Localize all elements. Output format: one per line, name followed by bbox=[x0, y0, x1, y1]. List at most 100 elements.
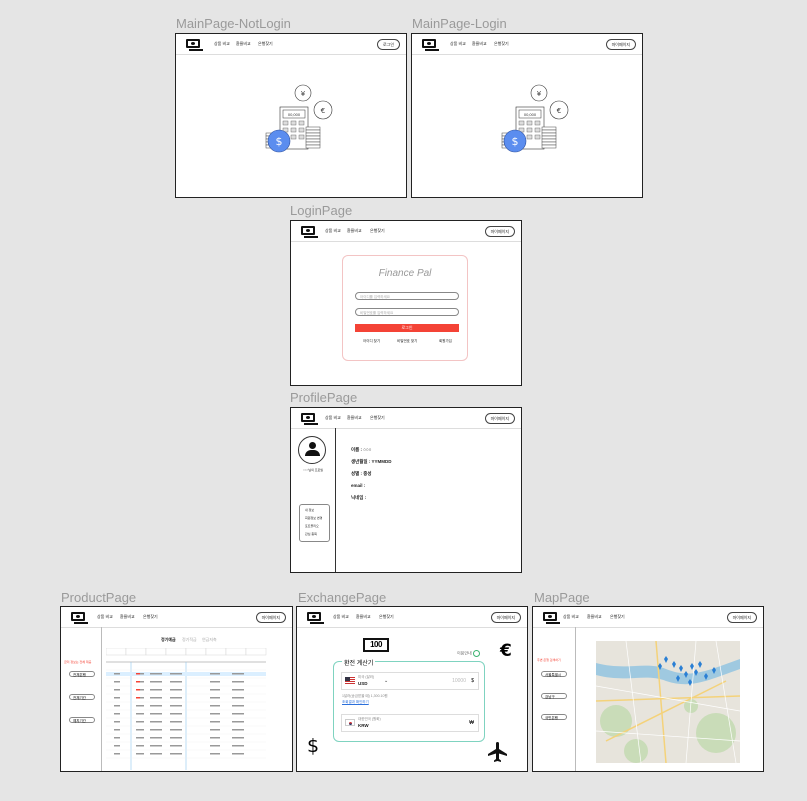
menu-favorites[interactable]: 관심 종목 bbox=[305, 532, 317, 536]
nav-bank[interactable]: 은행찾기 bbox=[143, 614, 158, 620]
won-sign: ₩ bbox=[469, 720, 474, 726]
exchange-frame: 상품 비교 환율비교 은행찾기 마이페이지 100 € 이용안내 환전 계산기 … bbox=[296, 606, 528, 772]
calculator-title: 환전 계산기 bbox=[342, 658, 376, 667]
mypage-button[interactable]: 마이페이지 bbox=[490, 612, 521, 623]
profile-menu: 내 정보 회원정보 변경 포트폴리오 관심 종목 bbox=[299, 504, 330, 542]
svg-text:€: € bbox=[557, 107, 561, 115]
product-frame: 상품 비교 환율비교 은행찾기 마이페이지 금리 정보는 전체 제공 전체은행 … bbox=[60, 606, 293, 772]
brand-title: Finance Pal bbox=[378, 268, 432, 279]
avatar-icon bbox=[298, 436, 326, 464]
money-logo-icon[interactable] bbox=[543, 612, 560, 624]
nav-exchange[interactable]: 환율비교 bbox=[347, 415, 362, 421]
money-logo-icon[interactable] bbox=[301, 226, 318, 238]
to-currency-code: KRW bbox=[358, 723, 369, 728]
tab-pension[interactable]: 연금저축 bbox=[202, 637, 217, 643]
map-sidebar: 주변 은행 검색하기 서울특별시 강남구 국민은행 bbox=[533, 627, 576, 771]
notice-text: 금리 정보는 전체 제공 bbox=[64, 660, 92, 664]
guide-link[interactable]: 이용안내 bbox=[457, 650, 480, 657]
frame-title-product: ProductPage bbox=[61, 590, 137, 605]
money-logo-icon[interactable] bbox=[422, 39, 439, 51]
map-notice: 주변 은행 검색하기 bbox=[537, 658, 561, 662]
dollar-sign: $ bbox=[471, 678, 474, 684]
nav-exchange[interactable]: 환율비교 bbox=[347, 228, 362, 234]
rate-text: 1달러(송금받을 때) 1,300.10원 bbox=[342, 694, 388, 698]
dollar-icon: $ bbox=[307, 735, 320, 757]
header: 상품 비교 환율비교 은행찾기 로그인 bbox=[176, 34, 406, 55]
term-filter-select[interactable]: 예치기간 bbox=[69, 717, 95, 723]
nav-product[interactable]: 상품 비교 bbox=[325, 228, 341, 234]
city-select[interactable]: 서울특별시 bbox=[541, 671, 567, 677]
login-frame: 상품 비교 환율비교 은행찾기 마이페이지 Finance Pal 아이디를 입… bbox=[290, 220, 522, 386]
nav-exchange[interactable]: 환율비교 bbox=[356, 614, 371, 620]
banknote-100-icon: 100 bbox=[363, 638, 389, 652]
header: 상품 비교 환율비교 은행찾기 마이페이지 bbox=[412, 34, 642, 55]
nav-bank[interactable]: 은행찾기 bbox=[258, 41, 273, 47]
header: 상품 비교 환율비교 은행찾기 마이페이지 bbox=[297, 607, 527, 628]
find-password-link[interactable]: 비밀번호 찾기 bbox=[397, 339, 417, 344]
mypage-button[interactable]: 마이페이지 bbox=[255, 612, 286, 623]
password-input[interactable]: 비밀번호를 입력하세요 bbox=[355, 308, 459, 316]
svg-text:00,000: 00,000 bbox=[288, 112, 301, 117]
login-card: Finance Pal 아이디를 입력하세요 비밀번호를 입력하세요 로그인 아… bbox=[342, 255, 468, 361]
menu-portfolio[interactable]: 포트폴리오 bbox=[305, 524, 319, 528]
nav-product[interactable]: 상품 비교 bbox=[97, 614, 113, 620]
nav-exchange[interactable]: 환율비교 bbox=[120, 614, 135, 620]
product-table bbox=[106, 648, 267, 770]
chevron-down-icon[interactable]: ⌄ bbox=[384, 678, 388, 684]
login-submit-button[interactable]: 로그인 bbox=[355, 324, 459, 332]
signup-link[interactable]: 회원가입 bbox=[439, 339, 452, 344]
nav-exchange[interactable]: 환율비교 bbox=[472, 41, 487, 47]
mypage-button[interactable]: 마이페이지 bbox=[484, 226, 515, 237]
finance-illustration: ¥ € 00,000 $ bbox=[265, 84, 333, 153]
bank-filter-select[interactable]: 전체은행 bbox=[69, 671, 95, 677]
period-filter-select[interactable]: 전체기간 bbox=[69, 694, 95, 700]
euro-icon: € bbox=[500, 641, 512, 661]
calculator-panel: 환전 계산기 미국 (달러) USD ⌄ 10000 $ 1달러(송금받을 때)… bbox=[333, 658, 485, 742]
from-amount-input[interactable]: 10000 bbox=[452, 678, 466, 684]
nav-bank[interactable]: 은행찾기 bbox=[379, 614, 394, 620]
district-select[interactable]: 강남구 bbox=[541, 693, 567, 699]
bank-map[interactable] bbox=[596, 641, 740, 763]
map-frame: 상품 비교 환율비교 은행찾기 마이페이지 주변 은행 검색하기 서울특별시 강… bbox=[532, 606, 764, 772]
menu-edit-info[interactable]: 회원정보 변경 bbox=[305, 516, 322, 520]
id-input[interactable]: 아이디를 입력하세요 bbox=[355, 292, 459, 300]
nav-product[interactable]: 상품 비교 bbox=[450, 41, 466, 47]
profile-frame: 상품 비교 환율비교 은행찾기 마이페이지 ○○○님의 프로필 내 정보 회원정… bbox=[290, 407, 522, 573]
nav-bank[interactable]: 은행찾기 bbox=[610, 614, 625, 620]
tab-deposit[interactable]: 정기예금 bbox=[161, 637, 176, 643]
field-email: email : bbox=[351, 483, 366, 488]
to-currency-label: 대한민국 (원화) bbox=[358, 717, 381, 721]
mypage-button[interactable]: 마이페이지 bbox=[605, 39, 636, 50]
mypage-button[interactable]: 마이페이지 bbox=[726, 612, 757, 623]
to-currency-box[interactable]: 대한민국 (원화) KRW ₩ bbox=[341, 714, 479, 732]
find-id-link[interactable]: 아이디 찾기 bbox=[363, 339, 380, 344]
nav-exchange[interactable]: 환율비교 bbox=[236, 41, 251, 47]
from-currency-code: USD bbox=[358, 681, 368, 686]
login-button[interactable]: 로그인 bbox=[376, 39, 400, 50]
bank-select[interactable]: 국민은행 bbox=[541, 714, 567, 720]
tab-savings[interactable]: 정기적금 bbox=[182, 637, 197, 643]
nav-exchange[interactable]: 환율비교 bbox=[587, 614, 602, 620]
rate-link[interactable]: 조회결과 확인하기 bbox=[342, 700, 369, 705]
kr-flag-icon bbox=[345, 719, 355, 726]
nav-product[interactable]: 상품 비교 bbox=[333, 614, 349, 620]
money-logo-icon[interactable] bbox=[186, 39, 203, 51]
from-currency-box[interactable]: 미국 (달러) USD ⌄ 10000 $ bbox=[341, 672, 479, 690]
us-flag-icon bbox=[345, 677, 355, 684]
nav-product[interactable]: 상품 비교 bbox=[563, 614, 579, 620]
header: 상품 비교 환율비교 은행찾기 마이페이지 bbox=[291, 221, 521, 242]
nav-bank[interactable]: 은행찾기 bbox=[370, 415, 385, 421]
svg-text:€: € bbox=[321, 107, 325, 115]
nav-product[interactable]: 상품 비교 bbox=[325, 415, 341, 421]
nav-product[interactable]: 상품 비교 bbox=[214, 41, 230, 47]
nav-bank[interactable]: 은행찾기 bbox=[370, 228, 385, 234]
money-logo-icon[interactable] bbox=[307, 612, 324, 624]
menu-my-info[interactable]: 내 정보 bbox=[305, 508, 314, 512]
svg-text:$: $ bbox=[512, 135, 519, 148]
field-name: 이름 : ○○○ bbox=[351, 447, 372, 452]
money-logo-icon[interactable] bbox=[71, 612, 88, 624]
money-logo-icon[interactable] bbox=[301, 413, 318, 425]
mypage-button[interactable]: 마이페이지 bbox=[484, 413, 515, 424]
from-currency-label: 미국 (달러) bbox=[358, 675, 375, 679]
nav-bank[interactable]: 은행찾기 bbox=[494, 41, 509, 47]
